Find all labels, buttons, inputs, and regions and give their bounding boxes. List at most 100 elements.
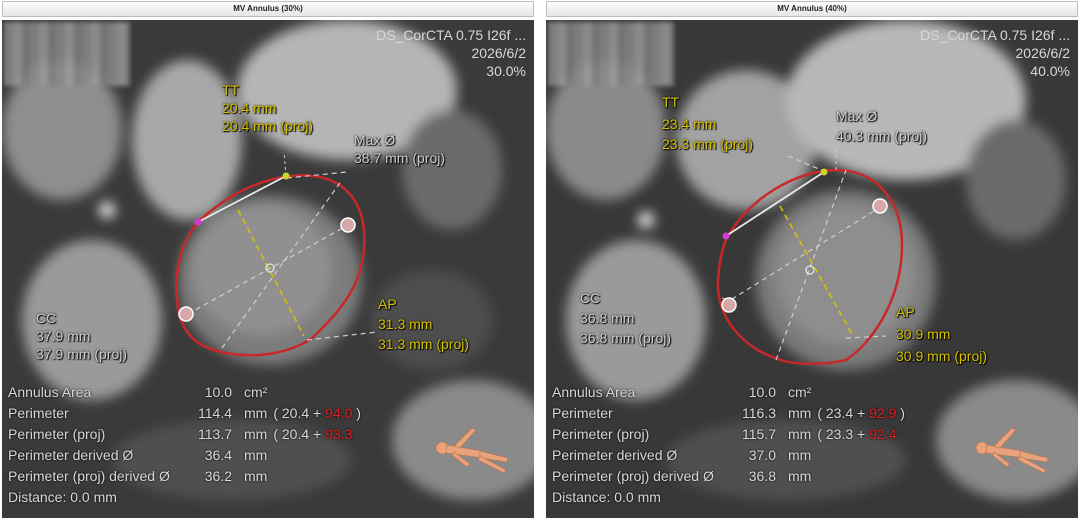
row-value: 37.0 [748,447,776,463]
arc-part: 94.0 [325,405,353,421]
row-unit: mm [244,405,268,421]
tt-value: 23.4 mm [662,116,717,132]
row-unit: mm [788,468,812,484]
measure-row-perimeter-proj: Perimeter (proj) 113.7 mm ( 20.4 + 93.3 [8,424,352,445]
row-value: 114.4 [198,405,232,421]
row-label: Perimeter (proj) derived Ø [8,468,170,484]
patient-orientation-body-icon[interactable] [432,418,512,474]
study-date: 2026/6/2 [1015,45,1071,61]
ap-proj-value: 30.9 mm (proj) [896,348,988,364]
cc-label: CC [580,290,601,306]
row-label: Annulus Area [552,384,636,400]
row-value: 113.7 [198,426,232,442]
row-label: Perimeter [8,405,69,421]
tt-label: TT [222,82,240,98]
tt-part: 20.4 [281,426,310,442]
row-label: Perimeter (proj) derived Ø [552,468,714,484]
row-value: 10.0 [748,384,776,400]
distance-label: Distance: 0.0 mm [8,489,117,505]
cc-value: 36.8 mm [580,310,635,326]
ap-proj-value: 31.3 mm (proj) [378,336,470,352]
row-label: Annulus Area [8,384,92,400]
row-unit: mm [788,405,812,421]
row-unit: cm² [244,384,268,400]
measure-row-area: Annulus Area 10.0 cm² [552,382,811,403]
row-value: 115.7 [742,426,776,442]
row-unit: cm² [788,384,812,400]
row-unit: mm [244,426,268,442]
row-unit: mm [788,426,812,442]
measure-row-derived: Perimeter derived Ø 36.4 mm [8,445,267,466]
measure-row-derived: Perimeter derived Ø 37.0 mm [552,445,811,466]
measure-row-perimeter-proj: Perimeter (proj) 115.7 mm ( 23.3 + 92.4 [552,424,896,445]
row-value: 10.0 [204,384,232,400]
row-unit: mm [244,468,268,484]
ct-viewport[interactable]: DS_CorCTA 0.75 I26f ... 2026/6/2 30.0% T… [2,20,534,518]
measure-row-distance: Distance: 0.0 mm [8,487,117,508]
cc-proj-value: 37.9 mm (proj) [36,346,128,362]
distance-label: Distance: 0.0 mm [552,489,661,505]
cc-value: 37.9 mm [36,328,91,344]
plus-sign: + [313,426,322,442]
close-paren: ) [900,405,905,421]
measure-row-perimeter: Perimeter 116.3 mm ( 23.4 + 92.9 ) [552,403,905,424]
tt-part: 23.3 [825,426,854,442]
tt-part: 23.4 [825,405,854,421]
ap-value: 31.3 mm [378,316,433,332]
row-value: 36.2 [204,468,232,484]
open-paren: ( [817,405,822,421]
measure-row-derived-proj: Perimeter (proj) derived Ø 36.2 mm [8,466,267,487]
cc-proj-value: 36.8 mm (proj) [580,330,672,346]
ap-label: AP [378,296,397,312]
phase-percent: 30.0% [486,63,526,79]
viewer-panel-40[interactable]: MV Annulus (40%) DS_CorCTA 0.75 I26f ...… [544,0,1080,522]
redacted-patient-info [548,22,674,86]
max-diameter-value: 40.3 mm (proj) [836,128,928,144]
row-unit: mm [244,447,268,463]
row-value: 36.8 [748,468,776,484]
row-value: 116.3 [742,405,776,421]
open-paren: ( [273,405,278,421]
panel-title: MV Annulus (30%) [2,1,534,17]
plus-sign: + [857,426,866,442]
arc-part: 92.4 [869,426,897,442]
ap-value: 30.9 mm [896,326,951,342]
max-diameter-label: Max Ø [354,132,396,148]
series-info: DS_CorCTA 0.75 I26f ... 2026/6/2 40.0% [920,26,1070,80]
panel-title: MV Annulus (40%) [546,1,1078,17]
series-name: DS_CorCTA 0.75 I26f ... [920,27,1070,43]
row-label: Perimeter (proj) [8,426,106,442]
ap-label: AP [896,304,915,320]
measure-row-area: Annulus Area 10.0 cm² [8,382,267,403]
redacted-patient-info [4,22,130,86]
row-label: Perimeter [552,405,613,421]
study-date: 2026/6/2 [471,45,527,61]
arc-part: 93.3 [325,426,353,442]
max-diameter-label: Max Ø [836,108,878,124]
tt-proj-value: 20.4 mm (proj) [222,118,314,134]
row-unit: mm [788,447,812,463]
patient-orientation-body-icon[interactable] [972,418,1052,474]
measure-row-distance: Distance: 0.0 mm [552,487,661,508]
plus-sign: + [313,405,322,421]
tt-value: 20.4 mm [222,100,277,116]
max-diameter-value: 38.7 mm (proj) [354,150,446,166]
series-info: DS_CorCTA 0.75 I26f ... 2026/6/2 30.0% [376,26,526,80]
row-label: Perimeter derived Ø [8,447,134,463]
open-paren: ( [817,426,822,442]
ct-viewport[interactable]: DS_CorCTA 0.75 I26f ... 2026/6/2 40.0% T… [546,20,1078,518]
row-value: 36.4 [204,447,232,463]
arc-part: 92.9 [869,405,897,421]
close-paren: ) [356,405,361,421]
viewer-panel-30[interactable]: MV Annulus (30%) DS_CorCTA 0.75 I26f ...… [0,0,536,522]
plus-sign: + [857,405,866,421]
cc-label: CC [36,310,57,326]
tt-proj-value: 23.3 mm (proj) [662,136,754,152]
measure-row-derived-proj: Perimeter (proj) derived Ø 36.8 mm [552,466,811,487]
tt-part: 20.4 [281,405,310,421]
tt-label: TT [662,94,680,110]
row-label: Perimeter derived Ø [552,447,678,463]
open-paren: ( [273,426,278,442]
phase-percent: 40.0% [1030,63,1070,79]
series-name: DS_CorCTA 0.75 I26f ... [376,27,526,43]
